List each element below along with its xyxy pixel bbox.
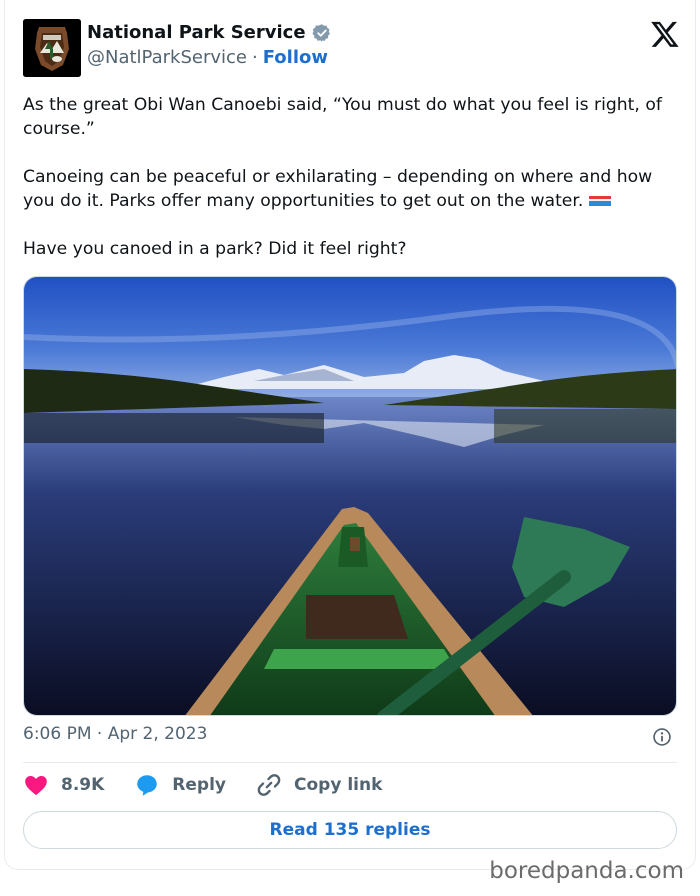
- copy-link-label: Copy link: [294, 775, 383, 795]
- avatar[interactable]: [23, 19, 81, 77]
- watermark: boredpanda.com: [489, 858, 684, 884]
- link-icon: [257, 774, 281, 796]
- author-handle[interactable]: @NatlParkService: [87, 47, 247, 68]
- author-name-row: National Park Service: [87, 22, 332, 43]
- verified-badge-icon: [311, 23, 330, 42]
- reply-label: Reply: [172, 775, 226, 795]
- divider: [23, 762, 677, 763]
- tweet-timestamp[interactable]: 6:06 PM · Apr 2, 2023: [23, 724, 207, 744]
- tweet-paragraph-1: As the great Obi Wan Canoebi said, “You …: [23, 95, 662, 139]
- canoe-emoji-icon: [588, 196, 611, 206]
- tweet-paragraph-2-text: Canoeing can be peaceful or exhilarating…: [23, 167, 653, 211]
- reply-bubble-icon: [137, 775, 158, 796]
- author-handle-row: @NatlParkService · Follow: [87, 47, 328, 68]
- x-logo-icon[interactable]: [650, 19, 680, 49]
- photo-canoe-on-lake-icon: [24, 277, 676, 715]
- heart-icon: [25, 776, 47, 796]
- tweet-text: As the great Obi Wan Canoebi said, “You …: [23, 93, 683, 285]
- copy-link-button[interactable]: Copy link: [256, 772, 382, 798]
- like-button[interactable]: 8.9K: [23, 772, 104, 798]
- read-replies-button[interactable]: Read 135 replies: [23, 811, 677, 849]
- handle-separator: ·: [251, 47, 258, 68]
- tweet-paragraph-2: Canoeing can be peaceful or exhilarating…: [23, 165, 683, 213]
- tweet-photo[interactable]: [23, 276, 677, 716]
- like-count: 8.9K: [61, 775, 105, 795]
- info-icon[interactable]: [652, 727, 672, 747]
- author-name[interactable]: National Park Service: [87, 22, 306, 43]
- reply-button[interactable]: Reply: [134, 772, 226, 798]
- nps-arrowhead-logo-icon: [23, 19, 81, 77]
- action-bar: 8.9K Reply Copy link: [23, 772, 412, 798]
- tweet-paragraph-3: Have you canoed in a park? Did it feel r…: [23, 239, 407, 259]
- follow-button[interactable]: Follow: [263, 47, 328, 68]
